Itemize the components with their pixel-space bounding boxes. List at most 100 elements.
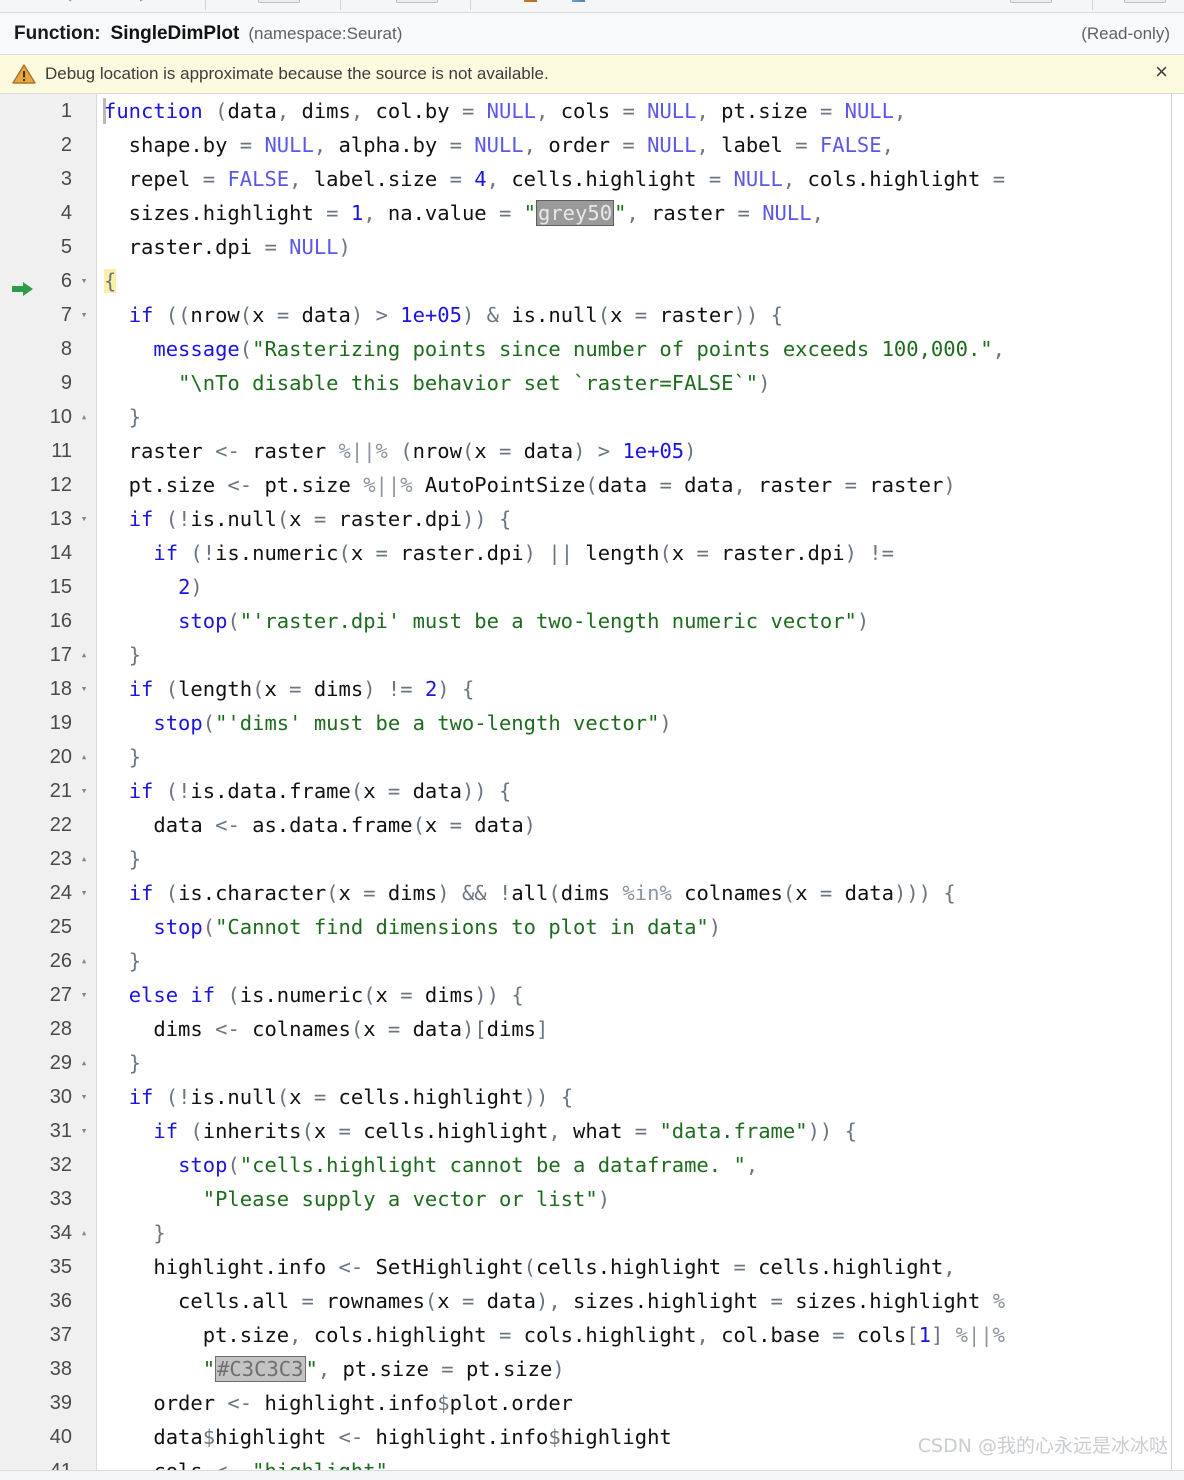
code-line[interactable]: 30 ▾ if (!is.null(x = cells.highlight)) { [0, 1080, 1171, 1114]
close-icon[interactable]: × [1151, 61, 1172, 87]
line-number: 14 [49, 542, 72, 564]
code-text: } [128, 405, 142, 429]
code-line[interactable]: 3 repel = FALSE, label.size = 4, cells.h… [0, 162, 1171, 196]
code-line[interactable]: 11 raster <- raster %||% (nrow(x = data)… [0, 434, 1171, 468]
function-namespace: (namespace:Seurat) [248, 23, 403, 43]
code-text: repel = FALSE, label.size = 4, cells.hig… [104, 167, 1006, 191]
code-line[interactable]: 31 ▾ if (inherits(x = cells.highlight, wh… [0, 1114, 1171, 1148]
code-line[interactable]: 12 pt.size <- pt.size %||% AutoPointSize… [0, 468, 1171, 502]
function-label: Function: [14, 22, 101, 44]
code-line[interactable]: 16 stop("'raster.dpi' must be a two-leng… [0, 604, 1171, 638]
code-text: message("Rasterizing points since number… [153, 337, 1005, 361]
fold-open-icon[interactable]: ▾ [77, 978, 91, 1012]
line-number: 34 [49, 1222, 72, 1244]
code-lines-container[interactable]: 1 function (data, dims, col.by = NULL, co… [0, 94, 1172, 1480]
line-number: 4 [60, 202, 72, 224]
code-line[interactable]: 14 if (!is.numeric(x = raster.dpi) || le… [0, 536, 1171, 570]
function-name: SingleDimPlot [110, 22, 240, 44]
code-line[interactable]: 24 ▾ if (is.character(x = dims) && !all(d… [0, 876, 1171, 910]
code-text: dims <- colnames(x = data)[dims] [104, 1017, 549, 1041]
code-line[interactable]: 8 message("Rasterizing points since numb… [0, 332, 1171, 366]
fold-open-icon[interactable]: ▾ [77, 1114, 91, 1148]
code-line[interactable]: 32 stop("cells.highlight cannot be a dat… [0, 1148, 1171, 1182]
line-number: 11 [51, 440, 72, 462]
code-line[interactable]: 26 ▴ } [0, 944, 1171, 978]
source-icon[interactable] [396, 0, 438, 3]
code-text: if (!is.data.frame(x = data)) { [128, 779, 512, 803]
save-icon[interactable] [258, 0, 300, 3]
code-text: } [128, 643, 142, 667]
fold-close-icon[interactable]: ▴ [77, 1216, 91, 1250]
line-number: 17 [49, 644, 72, 666]
fold-open-icon[interactable]: ▾ [77, 1080, 91, 1114]
code-text: pt.size, cols.highlight = cols.highlight… [104, 1323, 1006, 1347]
fold-open-icon[interactable]: ▾ [77, 876, 91, 910]
panel-minimize-icon[interactable] [1010, 0, 1052, 3]
line-number: 24 [49, 882, 72, 904]
fold-close-icon[interactable]: ▴ [77, 842, 91, 876]
code-line[interactable]: 7 ▾ if ((nrow(x = data) > 1e+05) & is.nul… [0, 298, 1171, 332]
code-line[interactable]: 36 cells.all = rownames(x = data), sizes… [0, 1284, 1171, 1318]
bottom-edge [0, 1470, 1184, 1480]
fold-open-icon[interactable]: ▾ [77, 502, 91, 536]
run-icon[interactable] [524, 0, 537, 2]
code-text: stop("Cannot find dimensions to plot in … [153, 915, 722, 939]
code-line[interactable]: 25 stop("Cannot find dimensions to plot … [0, 910, 1171, 944]
code-line[interactable]: 33 "Please supply a vector or list") [0, 1182, 1171, 1216]
code-text: raster.dpi = NULL) [104, 235, 351, 259]
code-line[interactable]: 34 ▴ } [0, 1216, 1171, 1250]
line-number: 25 [49, 916, 72, 938]
fold-close-icon[interactable]: ▴ [77, 740, 91, 774]
back-icon[interactable]: ◁ [62, 0, 71, 2]
line-number: 23 [49, 848, 72, 870]
code-line[interactable]: 22 data <- as.data.frame(x = data) [0, 808, 1171, 842]
code-text: stop("'raster.dpi' must be a two-length … [178, 609, 870, 633]
line-number: 18 [49, 678, 72, 700]
fold-open-icon[interactable]: ▾ [77, 672, 91, 706]
warning-message: Debug location is approximate because th… [45, 64, 549, 83]
fold-close-icon[interactable]: ▴ [77, 1046, 91, 1080]
fold-close-icon[interactable]: ▴ [77, 944, 91, 978]
code-line[interactable]: 6 ▾ { [0, 264, 1171, 298]
code-line[interactable]: 29 ▴ } [0, 1046, 1171, 1080]
fold-close-icon[interactable]: ▴ [77, 638, 91, 672]
fold-open-icon[interactable]: ▾ [77, 298, 91, 332]
code-line[interactable]: 40 data$highlight <- highlight.info$high… [0, 1420, 1171, 1454]
code-text: shape.by = NULL, alpha.by = NULL, order … [104, 133, 894, 157]
fold-close-icon[interactable]: ▴ [77, 400, 91, 434]
code-line[interactable]: 21 ▾ if (!is.data.frame(x = data)) { [0, 774, 1171, 808]
code-line[interactable]: 19 stop("'dims' must be a two-length vec… [0, 706, 1171, 740]
code-line[interactable]: 18 ▾ if (length(x = dims) != 2) { [0, 672, 1171, 706]
code-line[interactable]: 5 raster.dpi = NULL) [0, 230, 1171, 264]
code-line[interactable]: 35 highlight.info <- SetHighlight(cells.… [0, 1250, 1171, 1284]
code-line[interactable]: 38 "#C3C3C3", pt.size = pt.size) [0, 1352, 1171, 1386]
code-line[interactable]: 1 function (data, dims, col.by = NULL, co… [0, 94, 1171, 128]
line-number: 37 [49, 1324, 72, 1346]
code-text: pt.size <- pt.size %||% AutoPointSize(da… [104, 473, 956, 497]
code-line[interactable]: 20 ▴ } [0, 740, 1171, 774]
code-editor[interactable]: 1 function (data, dims, col.by = NULL, co… [0, 94, 1184, 1480]
fold-open-icon[interactable]: ▾ [77, 774, 91, 808]
code-line[interactable]: 39 order <- highlight.info$plot.order [0, 1386, 1171, 1420]
code-line[interactable]: 17 ▴ } [0, 638, 1171, 672]
debug-warning-bar: Debug location is approximate because th… [0, 55, 1184, 94]
function-header-bar: Function: SingleDimPlot (namespace:Seura… [0, 13, 1184, 55]
code-line[interactable]: 10 ▴ } [0, 400, 1171, 434]
code-line[interactable]: 28 dims <- colnames(x = data)[dims] [0, 1012, 1171, 1046]
code-line[interactable]: 15 2) [0, 570, 1171, 604]
code-line[interactable]: 23 ▴ } [0, 842, 1171, 876]
line-number: 21 [49, 780, 72, 802]
line-number: 6 [60, 270, 72, 292]
fold-open-icon[interactable]: ▾ [77, 264, 91, 298]
code-text: order <- highlight.info$plot.order [104, 1391, 574, 1415]
code-line[interactable]: 4 sizes.highlight = 1, na.value = "grey5… [0, 196, 1171, 230]
panel-maximize-icon[interactable] [1124, 0, 1166, 3]
code-text: stop("cells.highlight cannot be a datafr… [178, 1153, 759, 1177]
code-line[interactable]: 9 "\nTo disable this behavior set `raste… [0, 366, 1171, 400]
code-line[interactable]: 2 shape.by = NULL, alpha.by = NULL, orde… [0, 128, 1171, 162]
code-line[interactable]: 37 pt.size, cols.highlight = cols.highli… [0, 1318, 1171, 1352]
code-line[interactable]: 13 ▾ if (!is.null(x = raster.dpi)) { [0, 502, 1171, 536]
compile-icon[interactable] [572, 0, 585, 2]
code-line[interactable]: 27 ▾ else if (is.numeric(x = dims)) { [0, 978, 1171, 1012]
forward-icon[interactable]: ▷ [140, 0, 149, 2]
